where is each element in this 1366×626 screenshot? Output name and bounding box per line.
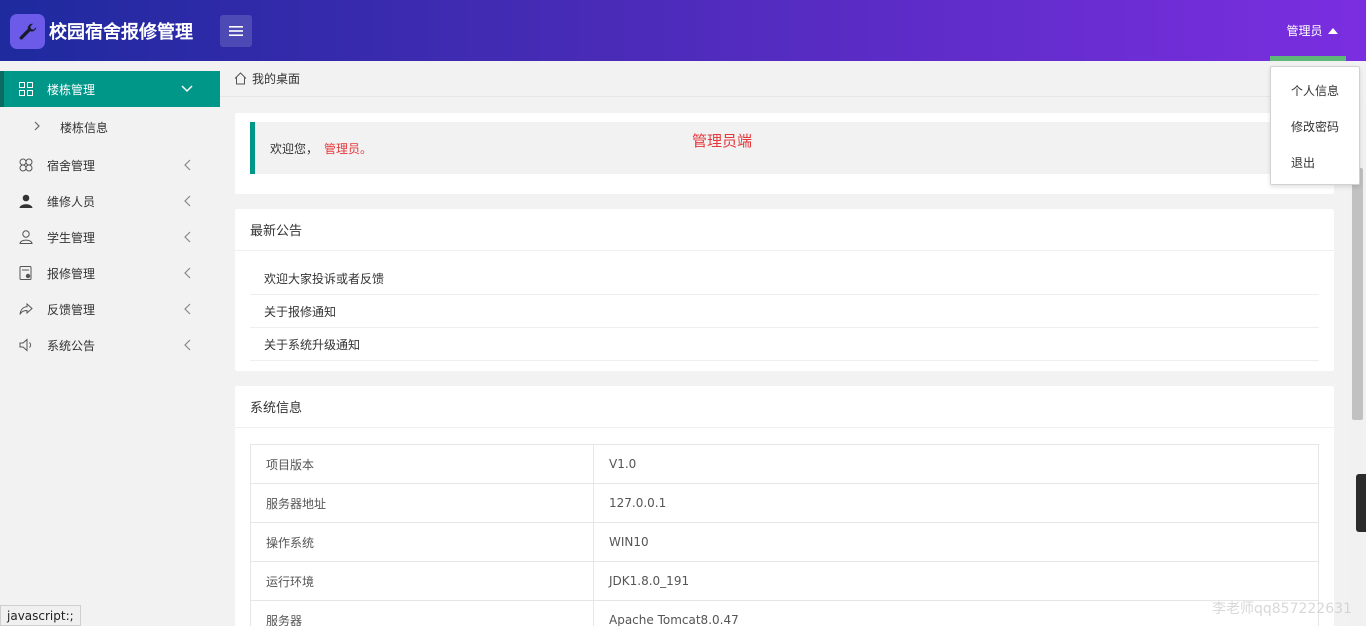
notice-item[interactable]: 关于报修通知 [250, 295, 1319, 328]
sidebar-item-label: 报修管理 [47, 266, 96, 281]
breadcrumb: 我的桌面 [220, 61, 1350, 97]
sidebar-item-building[interactable]: 楼栋管理 [0, 71, 220, 107]
watermark: 李老师qq857222631 [1212, 601, 1352, 617]
welcome-greeting: 欢迎您， [270, 141, 319, 156]
sidebar-item-label: 反馈管理 [47, 302, 96, 317]
sidebar-item-label: 宿舍管理 [47, 158, 96, 173]
dropdown-change-password[interactable]: 修改密码 [1271, 108, 1361, 144]
sidebar-subitem-label: 楼栋信息 [60, 120, 109, 135]
home-icon[interactable] [234, 72, 247, 85]
sidebar-item-repairs[interactable]: 报修管理 [0, 255, 220, 291]
sysinfo-title: 系统信息 [235, 386, 1334, 428]
hamburger-icon [229, 26, 243, 36]
top-header: 校园宿舍报修管理 管理员 [0, 0, 1366, 61]
notice-card: 最新公告 欢迎大家投诉或者反馈 关于报修通知 关于系统升级通知 [235, 209, 1334, 371]
table-row: 运行环境 JDK1.8.0_191 [250, 561, 1319, 601]
sidebar-item-feedback[interactable]: 反馈管理 [0, 291, 220, 327]
welcome-card: 欢迎您， 管理员。 [235, 113, 1334, 194]
wrench-logo-icon [10, 14, 45, 49]
sysinfo-value: WIN10 [593, 522, 1319, 562]
notice-title: 最新公告 [235, 209, 1334, 251]
sidebar-item-repairers[interactable]: 维修人员 [0, 183, 220, 219]
role-label: 管理员端 [692, 132, 753, 150]
sidebar-item-label: 学生管理 [47, 230, 96, 245]
table-row: 项目版本 V1.0 [250, 444, 1319, 484]
sysinfo-value: V1.0 [593, 444, 1319, 484]
sidebar-item-announcements[interactable]: 系统公告 [0, 327, 220, 363]
sysinfo-card: 系统信息 项目版本 V1.0 服务器地址 127.0.0.1 操作系统 WIN1… [235, 386, 1334, 626]
side-widget[interactable] [1356, 474, 1366, 532]
scrollbar-thumb[interactable] [1352, 168, 1363, 420]
sidebar-item-label: 楼栋管理 [47, 82, 96, 97]
clover-icon [18, 157, 34, 173]
notice-item[interactable]: 关于系统升级通知 [250, 328, 1319, 361]
app-title: 校园宿舍报修管理 [49, 22, 193, 43]
notice-item[interactable]: 欢迎大家投诉或者反馈 [250, 262, 1319, 295]
sysinfo-key: 服务器 [250, 600, 594, 626]
share-icon [18, 301, 34, 317]
breadcrumb-desktop[interactable]: 我的桌面 [252, 70, 300, 87]
sysinfo-key: 项目版本 [250, 444, 594, 484]
user-menu[interactable]: 管理员 [1278, 0, 1346, 61]
chevron-left-icon [181, 339, 193, 351]
chevron-left-icon [181, 159, 193, 171]
table-row: 服务器地址 127.0.0.1 [250, 483, 1319, 523]
sidebar-item-label: 系统公告 [47, 338, 96, 353]
sysinfo-value: 127.0.0.1 [593, 483, 1319, 523]
user-dropdown: 个人信息 修改密码 退出 [1270, 66, 1360, 185]
sysinfo-key: 服务器地址 [250, 483, 594, 523]
table-row: 操作系统 WIN10 [250, 522, 1319, 562]
welcome-user: 管理员。 [324, 141, 373, 156]
browser-status-bar: javascript:; [0, 605, 81, 626]
dropdown-profile[interactable]: 个人信息 [1271, 72, 1361, 108]
caret-up-icon [1327, 27, 1338, 34]
speaker-icon [18, 337, 34, 353]
user-outline-icon [18, 229, 34, 245]
chevron-left-icon [181, 303, 193, 315]
sysinfo-value: JDK1.8.0_191 [593, 561, 1319, 601]
sysinfo-key: 操作系统 [250, 522, 594, 562]
menu-toggle-button[interactable] [220, 15, 252, 47]
chevron-down-icon [181, 83, 193, 95]
dropdown-logout[interactable]: 退出 [1271, 144, 1361, 180]
table-row: 服务器 Apache Tomcat8.0.47 [250, 600, 1319, 626]
sidebar-item-dorm[interactable]: 宿舍管理 [0, 147, 220, 183]
grid-icon [18, 81, 34, 97]
sidebar-item-label: 维修人员 [47, 194, 96, 209]
sysinfo-table: 项目版本 V1.0 服务器地址 127.0.0.1 操作系统 WIN10 运行环… [250, 444, 1319, 626]
welcome-quote: 欢迎您， 管理员。 [250, 122, 1319, 174]
person-filled-icon [18, 193, 34, 209]
chevron-left-icon [181, 231, 193, 243]
chevron-left-icon [181, 267, 193, 279]
sysinfo-key: 运行环境 [250, 561, 594, 601]
user-name: 管理员 [1286, 24, 1323, 38]
sidebar-item-students[interactable]: 学生管理 [0, 219, 220, 255]
chevron-left-icon [181, 195, 193, 207]
chevron-right-icon [34, 120, 40, 134]
sysinfo-value: Apache Tomcat8.0.47 [593, 600, 1319, 626]
sidebar-subitem-building-info[interactable]: 楼栋信息 [0, 111, 220, 143]
report-icon [18, 265, 34, 281]
